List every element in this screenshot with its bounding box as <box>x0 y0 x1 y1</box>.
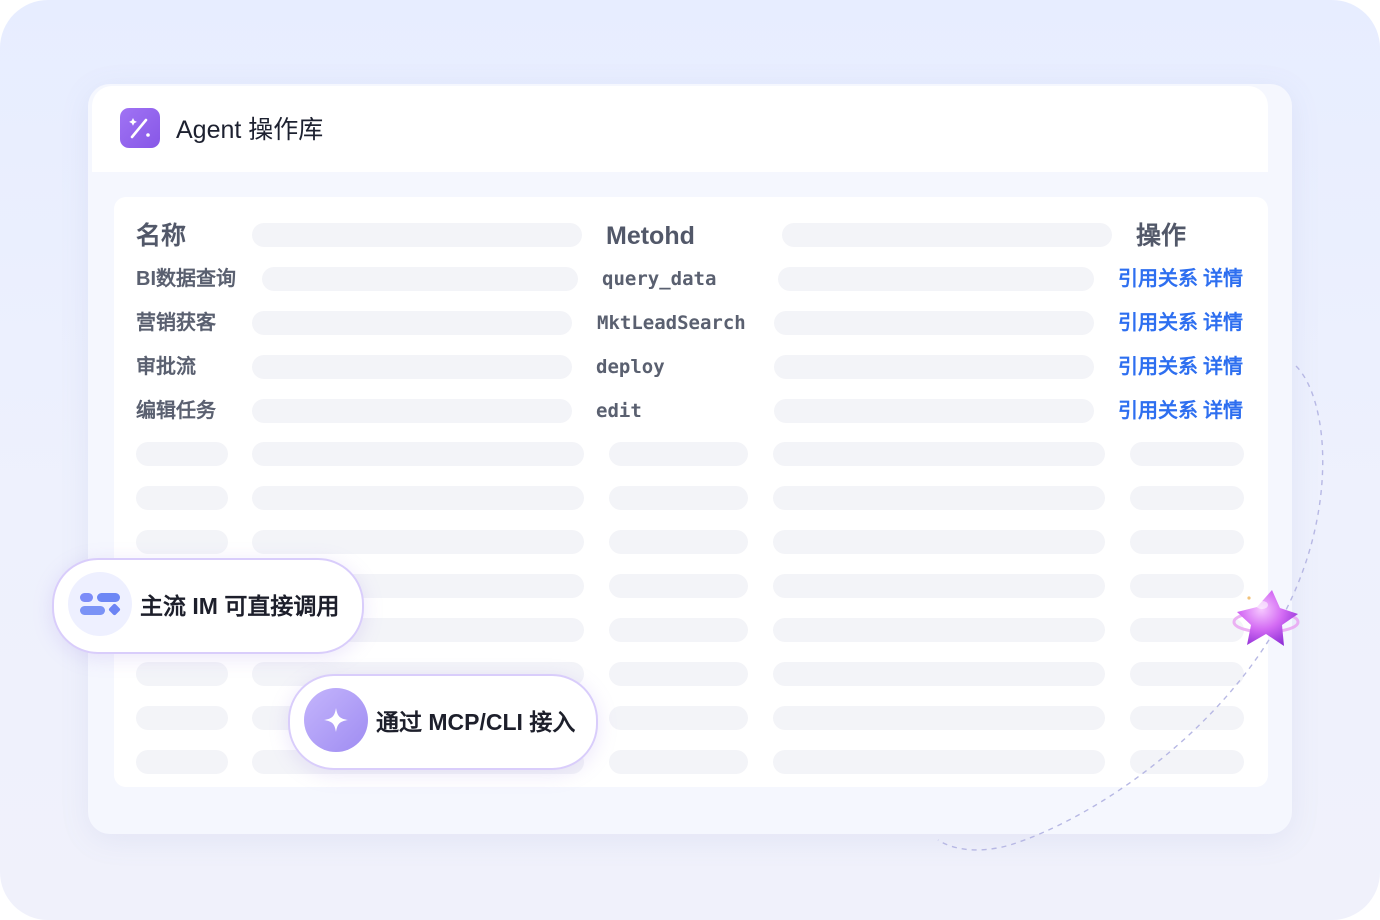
im-badge: 主流 IM 可直接调用 <box>52 558 364 654</box>
sparkle-icon <box>304 688 368 752</box>
im-badge-label: 主流 IM 可直接调用 <box>140 593 340 619</box>
mcp-badge-label: 通过 MCP/CLI 接入 <box>376 709 576 735</box>
apps-grid-icon <box>68 572 132 636</box>
star-planet-icon <box>1232 590 1300 646</box>
mcp-badge: 通过 MCP/CLI 接入 <box>288 674 598 770</box>
